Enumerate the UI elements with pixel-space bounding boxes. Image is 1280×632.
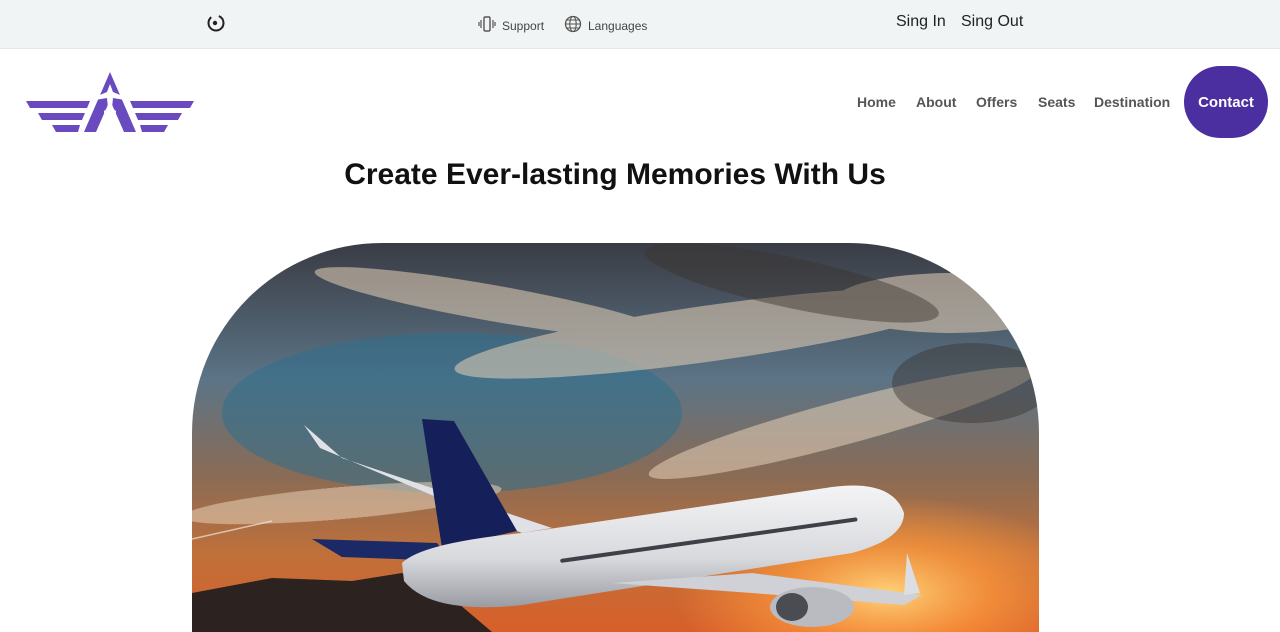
hero-airplane-image [192, 243, 1039, 632]
spinner-icon[interactable] [206, 13, 226, 33]
support-link[interactable]: Support [478, 15, 544, 36]
nav-seats[interactable]: Seats [1038, 94, 1075, 110]
hero-title: Create Ever-lasting Memories With Us [344, 158, 886, 191]
nav-about[interactable]: About [916, 94, 956, 110]
brand-logo[interactable] [24, 70, 196, 134]
languages-label: Languages [588, 18, 648, 33]
sign-out-link[interactable]: Sing Out [961, 13, 1023, 31]
contact-button[interactable]: Contact [1184, 66, 1268, 138]
languages-link[interactable]: Languages [564, 15, 647, 36]
nav-home[interactable]: Home [857, 94, 896, 110]
sign-in-link[interactable]: Sing In [896, 13, 946, 31]
nav-offers[interactable]: Offers [976, 94, 1017, 110]
wings-plane-logo [26, 72, 194, 132]
top-utility-bar: Support Languages Sing In Sing Out [0, 0, 1280, 49]
vibrate-phone-icon [478, 15, 496, 36]
nav-destination[interactable]: Destination [1094, 94, 1170, 110]
globe-icon [564, 15, 582, 36]
support-label: Support [502, 18, 545, 33]
